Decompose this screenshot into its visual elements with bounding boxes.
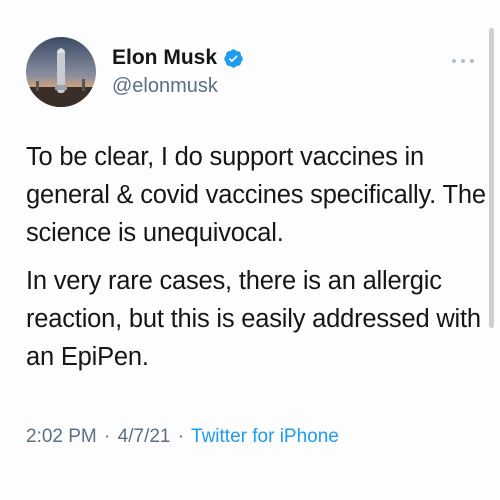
meta-separator: · (104, 426, 111, 447)
tweet-meta: 2:02 PM · 4/7/21 · Twitter for iPhone (26, 424, 339, 450)
verified-badge-icon (223, 48, 244, 69)
tweet-header: Elon Musk @elonmusk (26, 36, 244, 108)
tweet-text: To be clear, I do support vaccines in ge… (26, 138, 486, 376)
more-dot (461, 59, 465, 63)
more-dot (452, 59, 456, 63)
more-dot (470, 59, 474, 63)
tweet-paragraph-2: In very rare cases, there is an allergic… (26, 267, 481, 371)
author-info: Elon Musk @elonmusk (112, 45, 244, 99)
avatar[interactable] (26, 37, 96, 107)
meta-separator: · (177, 426, 185, 447)
name-row: Elon Musk (112, 45, 244, 71)
more-options-icon[interactable] (452, 56, 474, 66)
starship-avatar-icon (26, 37, 96, 107)
tweet-source-link[interactable]: Twitter for iPhone (191, 426, 339, 447)
tweet-date[interactable]: 4/7/21 (118, 426, 171, 447)
display-name[interactable]: Elon Musk (112, 45, 217, 71)
tweet-paragraph-1: To be clear, I do support vaccines in ge… (26, 143, 486, 247)
handle[interactable]: @elonmusk (112, 73, 244, 99)
tweet-card: Elon Musk @elonmusk To be clear, I do su… (0, 0, 500, 500)
tweet-time[interactable]: 2:02 PM (26, 426, 97, 447)
scrollbar[interactable] (489, 28, 494, 328)
